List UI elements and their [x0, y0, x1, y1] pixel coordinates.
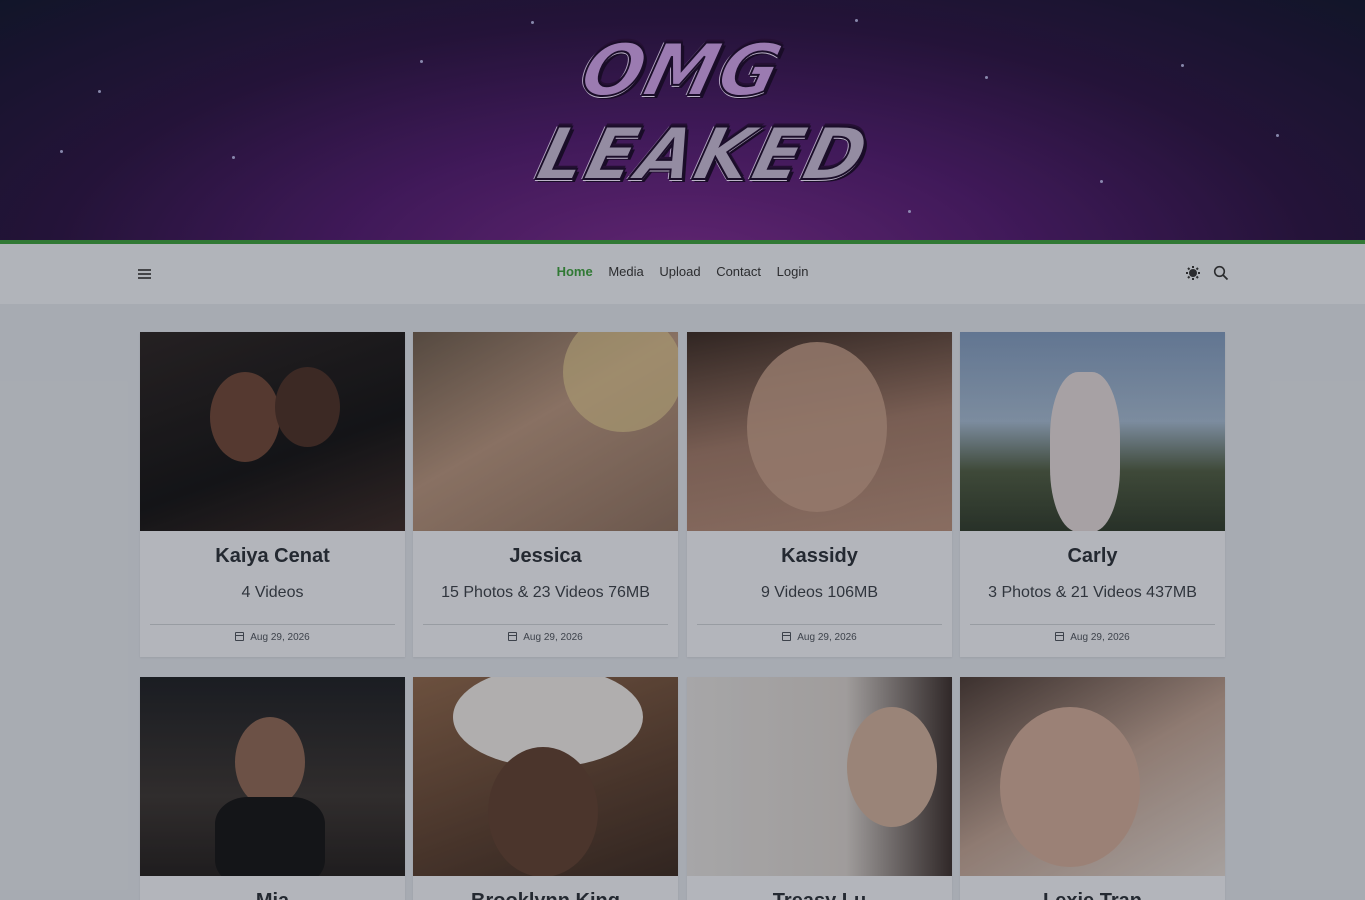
card-title[interactable]: Kaiya Cenat [140, 545, 405, 571]
nav-links: Home Media Upload Contact Login [0, 264, 1365, 279]
card-meta: 9 Videos 106MB [760, 584, 879, 601]
media-card[interactable]: Brooklynn King [413, 677, 678, 900]
card-date-text: Aug 29, 2026 [250, 632, 310, 643]
card-title[interactable]: Jessica [413, 545, 678, 571]
nav-link-media[interactable]: Media [608, 264, 643, 279]
media-card[interactable]: Lexie Tran [960, 677, 1225, 900]
card-thumbnail[interactable] [413, 677, 678, 876]
media-card[interactable]: Kaiya Cenat 4 Videos Aug 29, 2026 [140, 332, 405, 657]
logo-text-bottom: LEAKED [529, 111, 879, 197]
calendar-icon [508, 632, 518, 641]
card-title[interactable]: Kassidy [687, 545, 952, 571]
media-card[interactable]: Carly 3 Photos & 21 Videos 437MB Aug 29,… [960, 332, 1225, 657]
card-title[interactable]: Treasy Lu [687, 890, 952, 900]
site-banner: OMG LEAKED [0, 0, 1365, 240]
card-title[interactable]: Mia [140, 890, 405, 900]
nav-link-upload[interactable]: Upload [659, 264, 700, 279]
card-date-text: Aug 29, 2026 [797, 632, 857, 643]
nav-link-login[interactable]: Login [777, 264, 809, 279]
gear-icon[interactable] [1185, 265, 1201, 281]
card-thumbnail[interactable] [140, 677, 405, 876]
logo-text-top: OMG [572, 27, 793, 113]
calendar-icon [1055, 632, 1065, 641]
card-title[interactable]: Lexie Tran [960, 890, 1225, 900]
search-icon[interactable] [1213, 265, 1229, 281]
card-date-text: Aug 29, 2026 [523, 632, 583, 643]
calendar-icon [235, 632, 245, 641]
card-thumbnail[interactable] [687, 332, 952, 531]
card-title[interactable]: Brooklynn King [413, 890, 678, 900]
card-date: Aug 29, 2026 [960, 625, 1225, 657]
card-thumbnail[interactable] [413, 332, 678, 531]
media-card[interactable]: Kassidy 9 Videos 106MB Aug 29, 2026 [687, 332, 952, 657]
calendar-icon [782, 632, 792, 641]
media-card[interactable]: Treasy Lu [687, 677, 952, 900]
card-title[interactable]: Carly [960, 545, 1225, 571]
card-date: Aug 29, 2026 [413, 625, 678, 657]
card-thumbnail[interactable] [960, 332, 1225, 531]
card-thumbnail[interactable] [140, 332, 405, 531]
card-date: Aug 29, 2026 [140, 625, 405, 657]
media-card[interactable]: Mia [140, 677, 405, 900]
card-meta: 15 Photos & 23 Videos 76MB [441, 584, 650, 601]
navbar: Home Media Upload Contact Login [0, 244, 1365, 304]
site-logo[interactable]: OMG LEAKED [529, 27, 879, 208]
media-card[interactable]: Jessica 15 Photos & 23 Videos 76MB Aug 2… [413, 332, 678, 657]
card-thumbnail[interactable] [687, 677, 952, 876]
card-thumbnail[interactable] [960, 677, 1225, 876]
card-meta: 4 Videos [241, 584, 304, 601]
card-date-text: Aug 29, 2026 [1070, 632, 1130, 643]
card-date: Aug 29, 2026 [687, 625, 952, 657]
nav-link-home[interactable]: Home [557, 264, 593, 279]
nav-link-contact[interactable]: Contact [716, 264, 761, 279]
card-meta: 3 Photos & 21 Videos 437MB [988, 584, 1197, 601]
